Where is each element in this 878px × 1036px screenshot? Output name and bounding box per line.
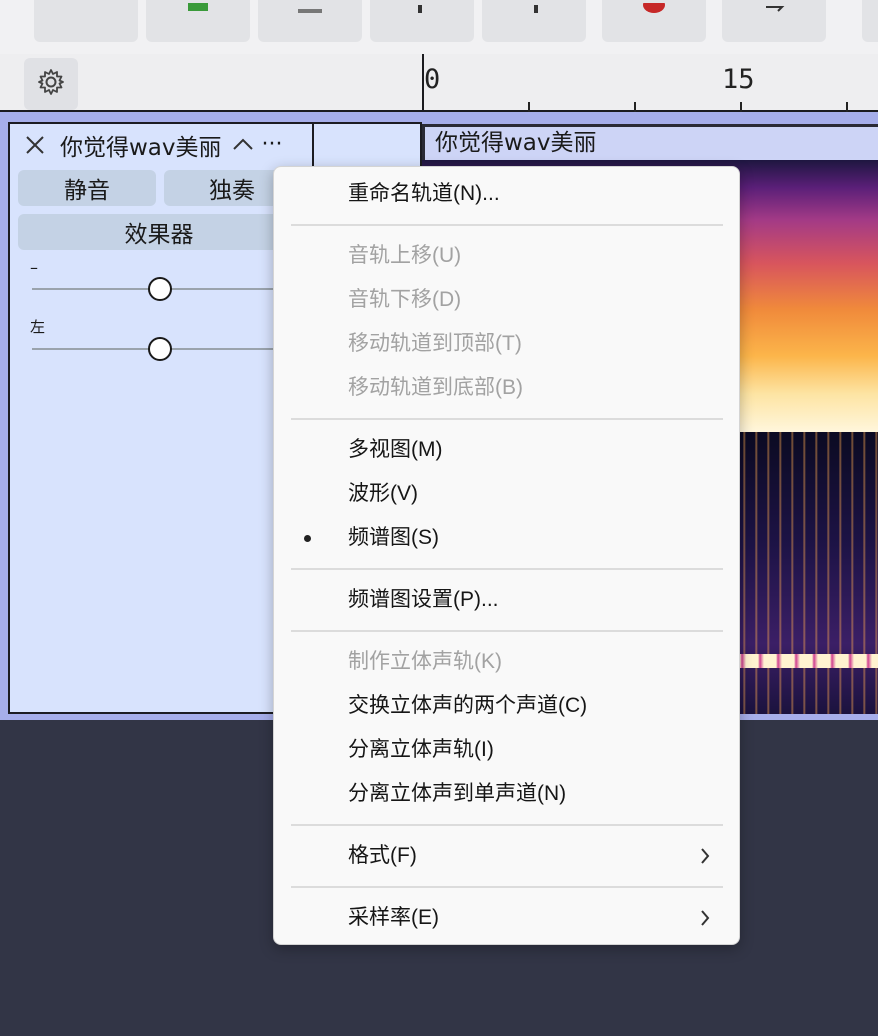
stop-button[interactable]	[258, 0, 362, 42]
ruler-tick	[634, 102, 636, 112]
menu-item-label: 制作立体声轨(K)	[348, 650, 502, 673]
clip-title[interactable]: 你觉得wav美丽	[422, 124, 878, 160]
menu-item-split-to-mono[interactable]: 分离立体声到单声道(N)	[274, 774, 739, 814]
menu-separator	[291, 568, 723, 570]
menu-separator	[291, 886, 723, 888]
tool-button[interactable]	[862, 0, 878, 42]
play-button[interactable]	[146, 0, 250, 42]
stop-icon	[298, 0, 322, 17]
track-name[interactable]: 你觉得wav美丽	[60, 128, 222, 162]
chevron-right-icon	[699, 898, 711, 951]
mute-button[interactable]: 静音	[18, 170, 156, 206]
skip-to-end-button[interactable]	[482, 0, 586, 42]
gain-slider-knob[interactable]	[148, 277, 172, 301]
menu-item-label: 重命名轨道(N)...	[348, 182, 500, 205]
menu-item-label: 分离立体声到单声道(N)	[348, 782, 567, 805]
skip-start-icon	[410, 0, 434, 17]
menu-item-swap-channels[interactable]: 交换立体声的两个声道(C)	[274, 686, 739, 726]
loop-button[interactable]	[722, 0, 826, 42]
menu-item-sample-rate[interactable]: 采样率(E)	[274, 898, 739, 938]
menu-separator	[291, 224, 723, 226]
menu-item-label: 交换立体声的两个声道(C)	[348, 694, 588, 717]
menu-item-spectrogram-settings[interactable]: 频谱图设置(P)...	[274, 580, 739, 620]
gain-label: –	[30, 258, 38, 277]
header-divider	[312, 124, 314, 166]
ruler-tick	[740, 102, 742, 112]
loop-icon	[762, 0, 786, 17]
menu-item-label: 采样率(E)	[348, 906, 439, 929]
pan-slider-knob[interactable]	[148, 337, 172, 361]
ruler-tick	[846, 102, 848, 112]
close-icon[interactable]	[22, 132, 48, 158]
skip-to-start-button[interactable]	[370, 0, 474, 42]
track-header: 你觉得wav美丽 ···	[10, 124, 312, 166]
menu-item-label: 频谱图(S)	[348, 526, 439, 549]
ruler-label-0: 0	[424, 64, 441, 95]
menu-item-label: 格式(F)	[348, 844, 417, 867]
menu-item-label: 频谱图设置(P)...	[348, 588, 499, 611]
timeline-ruler-row: 0 15	[0, 54, 878, 112]
menu-item-label: 音轨下移(D)	[348, 288, 462, 311]
collapse-icon[interactable]	[232, 136, 254, 155]
skip-end-icon	[522, 0, 546, 17]
chevron-right-icon	[699, 836, 711, 889]
menu-item-rename-track[interactable]: 重命名轨道(N)...	[274, 174, 739, 214]
ruler-label-15: 15	[722, 64, 755, 95]
menu-separator	[291, 824, 723, 826]
menu-item-label: 多视图(M)	[348, 438, 443, 461]
record-icon	[642, 0, 666, 17]
menu-item-label: 移动轨道到顶部(T)	[348, 332, 522, 355]
menu-item-make-stereo: 制作立体声轨(K)	[274, 642, 739, 682]
menu-item-move-to-bottom: 移动轨道到底部(B)	[274, 368, 739, 408]
menu-item-label: 波形(V)	[348, 482, 418, 505]
more-icon[interactable]: ···	[262, 134, 283, 156]
track-settings-button[interactable]	[24, 58, 78, 110]
menu-item-multi-view[interactable]: 多视图(M)	[274, 430, 739, 470]
menu-item-label: 移动轨道到底部(B)	[348, 376, 523, 399]
menu-item-move-down: 音轨下移(D)	[274, 280, 739, 320]
track-context-menu: 重命名轨道(N)... 音轨上移(U) 音轨下移(D) 移动轨道到顶部(T) 移…	[273, 166, 740, 945]
timeline-ruler[interactable]: 0 15	[422, 54, 878, 112]
menu-item-spectrogram[interactable]: 频谱图(S)	[274, 518, 739, 558]
play-icon	[188, 0, 208, 15]
selected-bullet-icon	[304, 535, 311, 542]
menu-separator	[291, 418, 723, 420]
menu-item-label: 音轨上移(U)	[348, 244, 462, 267]
record-button[interactable]	[602, 0, 706, 42]
menu-item-waveform[interactable]: 波形(V)	[274, 474, 739, 514]
transport-toolbar	[0, 0, 878, 54]
pan-left-label: 左	[30, 318, 46, 336]
menu-item-label: 分离立体声轨(I)	[348, 738, 494, 761]
ruler-tick	[528, 102, 530, 112]
gear-icon	[37, 68, 65, 100]
menu-item-move-up: 音轨上移(U)	[274, 236, 739, 276]
menu-item-move-to-top: 移动轨道到顶部(T)	[274, 324, 739, 364]
menu-separator	[291, 630, 723, 632]
menu-item-format[interactable]: 格式(F)	[274, 836, 739, 876]
effects-button[interactable]: 效果器	[18, 214, 300, 250]
pause-button[interactable]	[34, 0, 138, 42]
menu-item-split-stereo[interactable]: 分离立体声轨(I)	[274, 730, 739, 770]
